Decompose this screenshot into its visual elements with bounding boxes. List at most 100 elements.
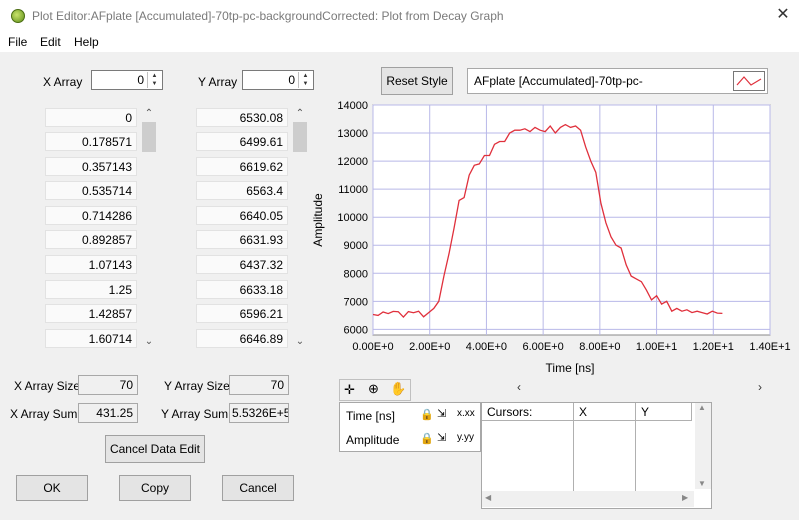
y-array-size-field: 70: [229, 375, 289, 395]
y-column-header: Y: [636, 403, 692, 421]
y-tick-label: 14000: [337, 100, 368, 112]
app-icon: [11, 9, 25, 23]
x-tick-label: 0.00E+0: [352, 341, 393, 353]
cursor-table-hscroll[interactable]: ◀ ▶: [482, 491, 694, 507]
copy-button[interactable]: Copy: [119, 475, 191, 501]
x-array-cell[interactable]: 1.42857: [45, 304, 137, 323]
cancel-data-edit-button[interactable]: Cancel Data Edit: [105, 435, 205, 463]
x-array-cell[interactable]: 1.60714: [45, 329, 137, 348]
x-array-size-field: 70: [78, 375, 138, 395]
x-array-sum-label: X Array Sum: [10, 407, 78, 421]
scroll-down-icon[interactable]: ▼: [698, 479, 706, 488]
x-array-cell[interactable]: 1.25: [45, 280, 137, 299]
y-array-cell[interactable]: 6631.93: [196, 230, 288, 249]
y-array-sum-field: 5.5326E+5: [229, 403, 289, 423]
graph-palette: ✛ ⊕ ✋: [339, 379, 411, 401]
x-array-cell[interactable]: 0.178571: [45, 132, 137, 151]
scroll-down-icon[interactable]: ⌄: [142, 336, 156, 347]
pan-hand-icon[interactable]: ✋: [390, 381, 406, 397]
x-tick-label: 2.00E+0: [409, 341, 450, 353]
menu-bar: [0, 32, 799, 52]
y-array-cell[interactable]: 6596.21: [196, 304, 288, 323]
zoom-icon[interactable]: ⊕: [368, 381, 379, 397]
plot-area: [372, 104, 771, 336]
close-icon[interactable]: ✕: [772, 5, 794, 25]
x-array-index-spinner[interactable]: ▲ ▼: [147, 72, 161, 88]
x-tick-label: 1.40E+1: [749, 341, 790, 353]
y-array-index-value: 0: [288, 73, 295, 87]
scroll-up-icon[interactable]: ▲: [698, 403, 706, 412]
cursor-column-header: Cursors:: [482, 403, 574, 421]
line-style-icon: [736, 76, 762, 86]
x-array-cell[interactable]: 0.714286: [45, 206, 137, 225]
y-array-cell[interactable]: 6646.89: [196, 329, 288, 348]
scroll-right-icon[interactable]: ›: [758, 380, 762, 394]
reset-style-button[interactable]: Reset Style: [381, 67, 453, 95]
x-tick-label: 6.00E+0: [522, 341, 563, 353]
y-array-sum-label: Y Array Sum: [161, 407, 229, 421]
menu-file[interactable]: File: [8, 35, 27, 49]
plot-name-field[interactable]: AFplate [Accumulated]-70tp-pc-: [467, 68, 768, 94]
cancel-button[interactable]: Cancel: [222, 475, 294, 501]
scroll-left-icon[interactable]: ◀: [485, 493, 491, 502]
y-tick-label: 8000: [344, 268, 368, 280]
y-array-cell[interactable]: 6437.32: [196, 255, 288, 274]
line-style-swatch[interactable]: [733, 71, 765, 91]
scroll-left-icon[interactable]: ‹: [517, 380, 521, 394]
x-array-index-value: 0: [137, 73, 144, 87]
x-array-scrollbar[interactable]: ⌃ ⌄: [142, 108, 156, 347]
x-tick-label: 1.20E+1: [693, 341, 734, 353]
y-tick-label: 7000: [344, 296, 368, 308]
x-scale-label: Time [ns]: [346, 409, 395, 423]
autoscale-x-icon[interactable]: ⇲: [437, 407, 446, 420]
y-array-cell[interactable]: 6633.18: [196, 280, 288, 299]
cursor-move-icon[interactable]: ✛: [344, 382, 355, 398]
x-array-scroll-thumb[interactable]: [142, 122, 156, 152]
y-array-cell[interactable]: 6563.4: [196, 181, 288, 200]
lock-icon[interactable]: 🔒: [420, 432, 434, 445]
window-title: Plot Editor:AFplate [Accumulated]-70tp-p…: [32, 9, 504, 23]
y-array-cell[interactable]: 6640.05: [196, 206, 288, 225]
cursor-table[interactable]: Cursors: X Y ▲ ▼ ◀ ▶: [481, 402, 712, 509]
x-array-cell[interactable]: 0: [45, 108, 137, 127]
y-tick-label: 9000: [344, 240, 368, 252]
x-column-header: X: [574, 403, 636, 421]
y-format-value[interactable]: y.yy: [457, 432, 474, 443]
y-tick-label: 13000: [337, 128, 368, 140]
y-array-index-spinner[interactable]: ▲ ▼: [298, 72, 312, 88]
cursor-table-vscroll[interactable]: ▲ ▼: [695, 403, 711, 489]
y-array-cell[interactable]: 6499.61: [196, 132, 288, 151]
y-array-index-control[interactable]: 0 ▲ ▼: [242, 70, 314, 90]
y-axis-label: Amplitude: [311, 193, 325, 247]
x-array-cell[interactable]: 1.07143: [45, 255, 137, 274]
x-array-cell[interactable]: 0.535714: [45, 181, 137, 200]
menu-help[interactable]: Help: [74, 35, 99, 49]
scroll-up-icon[interactable]: ⌃: [142, 108, 156, 119]
scale-legend: Time [ns] 🔒 ⇲ x.xx Amplitude 🔒 ⇲ y.yy: [339, 402, 481, 452]
x-array-label: X Array: [43, 75, 83, 89]
y-array-size-label: Y Array Size: [164, 379, 230, 393]
plot-name-text: AFplate [Accumulated]-70tp-pc-: [474, 74, 643, 88]
scroll-right-icon[interactable]: ▶: [682, 493, 688, 502]
y-tick-label: 10000: [337, 212, 368, 224]
x-tick-label: 4.00E+0: [466, 341, 507, 353]
decay-chart: 6000 7000 8000 9000 10000 11000 12000 13000 1400…: [311, 100, 791, 375]
menu-edit[interactable]: Edit: [40, 35, 61, 49]
ok-button[interactable]: OK: [16, 475, 88, 501]
autoscale-y-icon[interactable]: ⇲: [437, 431, 446, 444]
y-array-label: Y Array: [198, 75, 238, 89]
x-array-cell[interactable]: 0.892857: [45, 230, 137, 249]
x-array-size-label: X Array Size: [14, 379, 81, 393]
y-array-cell[interactable]: 6619.62: [196, 157, 288, 176]
x-format-value[interactable]: x.xx: [457, 408, 475, 419]
y-array-cell[interactable]: 6530.08: [196, 108, 288, 127]
x-array-index-control[interactable]: 0 ▲ ▼: [91, 70, 163, 90]
x-axis-label: Time [ns]: [546, 361, 595, 375]
x-array-sum-field: 431.25: [78, 403, 138, 423]
x-tick-label: 8.00E+0: [579, 341, 620, 353]
y-tick-label: 11000: [338, 184, 368, 196]
y-scale-label: Amplitude: [346, 433, 400, 447]
y-tick-label: 12000: [337, 156, 368, 168]
x-array-cell[interactable]: 0.357143: [45, 157, 137, 176]
lock-icon[interactable]: 🔒: [420, 408, 434, 421]
